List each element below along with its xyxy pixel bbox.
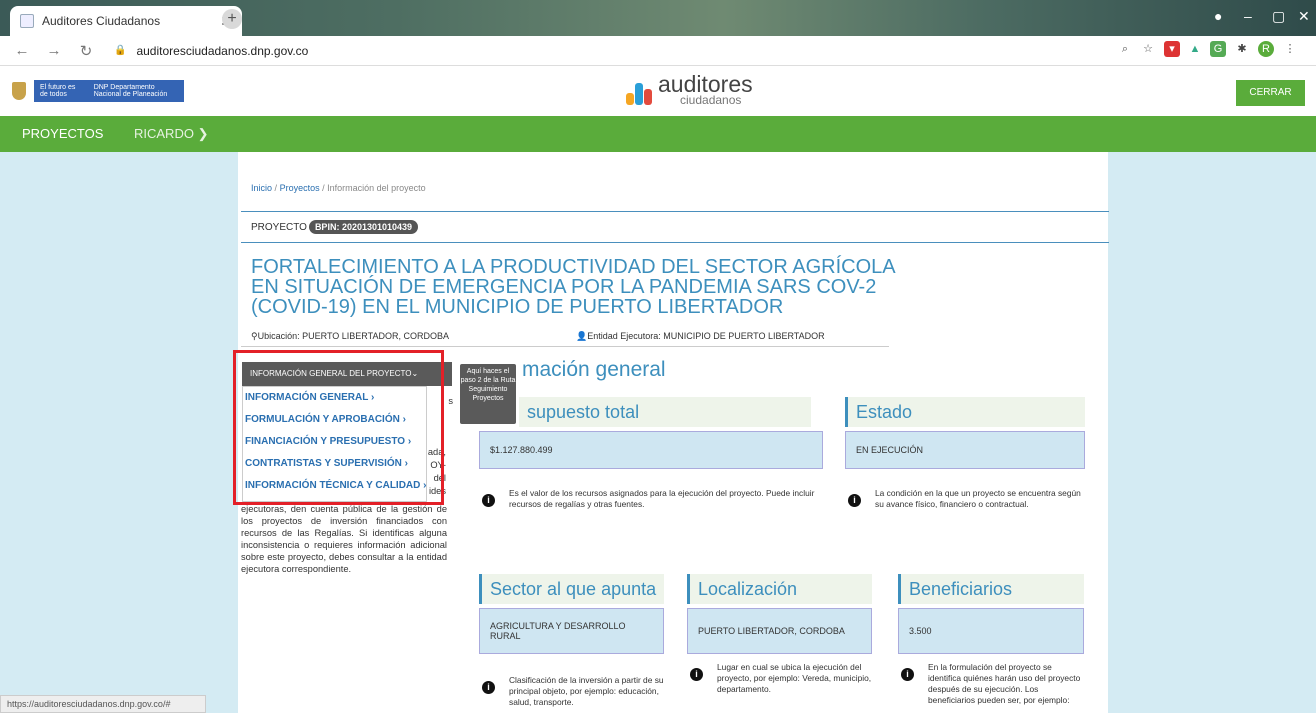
browser-tab[interactable]: Auditores Ciudadanos ✕ — [10, 6, 242, 36]
beneficiaries-title: Beneficiarios — [898, 574, 1084, 604]
url-text: auditoresciudadanos.dnp.gov.co — [136, 43, 309, 58]
project-label: PROYECTO — [251, 221, 307, 233]
status-note: i La condición en la que un proyecto se e… — [845, 488, 1085, 510]
sector-value: AGRICULTURA Y DESARROLLO RURAL — [479, 608, 664, 654]
drive-extension-icon[interactable]: ▲ — [1187, 41, 1203, 57]
menu-user-label: RICARDO — [134, 126, 194, 141]
address-bar: ← → ↻ 🔒 auditoresciudadanos.dnp.gov.co ⌕… — [0, 36, 1316, 66]
sector-title: Sector al que apunta — [479, 574, 664, 604]
sector-note: i Clasificación de la inversión a partir … — [479, 675, 664, 708]
budget-note-text: Es el valor de los recursos asignados pa… — [509, 488, 815, 509]
browser-status-bar: https://auditoresciudadanos.dnp.gov.co/# — [0, 695, 206, 713]
menu-user[interactable]: RICARDO ❯ — [134, 126, 208, 142]
section-heading: mación general — [522, 358, 666, 381]
logout-button[interactable]: CERRAR SESIÓN — [1236, 80, 1305, 124]
favicon-icon — [20, 14, 34, 28]
info-icon: i — [848, 494, 861, 507]
gov-badge: El futuro es de todos DNP Departamento N… — [34, 80, 184, 102]
location-note: i Lugar en cual se ubica la ejecución del… — [687, 662, 882, 695]
breadcrumb-separator: / — [274, 183, 278, 193]
pocket-extension-icon[interactable]: ▾ — [1164, 41, 1180, 57]
reload-icon[interactable]: ↻ — [76, 42, 96, 60]
breadcrumb-projects[interactable]: Proyectos — [280, 183, 320, 193]
bookmark-star-icon[interactable]: ☆ — [1140, 41, 1156, 57]
highlight-box — [233, 350, 444, 505]
coat-of-arms-icon — [12, 82, 26, 100]
breadcrumb-current: Información del proyecto — [327, 183, 426, 193]
url-field[interactable]: 🔒 auditoresciudadanos.dnp.gov.co — [114, 44, 308, 58]
beneficiaries-note-text: En la formulación del proyecto se identi… — [928, 662, 1081, 705]
bpin-badge: BPIN: 20201301010439 — [308, 220, 419, 234]
browser-menu-icon[interactable]: ⋮ — [1282, 41, 1298, 57]
budget-title: supuesto total — [519, 397, 811, 427]
project-id-row: PROYECTO BPIN: 20201301010439 — [251, 220, 419, 234]
logo-main-text: auditores — [658, 71, 753, 97]
maximize-icon[interactable]: ▢ — [1272, 8, 1285, 25]
location-pin-icon: ⚲ — [251, 331, 258, 341]
project-entity-text: Entidad Ejecutora: MUNICIPIO DE PUERTO L… — [587, 331, 825, 341]
location-note-text: Lugar en cual se ubica la ejecución del … — [717, 662, 872, 694]
left-background — [0, 152, 238, 713]
lock-icon: 🔒 — [114, 45, 127, 56]
budget-note: i Es el valor de los recursos asignados p… — [479, 488, 839, 510]
breadcrumb: Inicio / Proyectos / Información del pro… — [251, 183, 426, 193]
info-icon: i — [901, 668, 914, 681]
gov-badge-left: El futuro es de todos — [40, 84, 76, 98]
minimize-icon[interactable]: – — [1244, 8, 1252, 24]
breadcrumb-home[interactable]: Inicio — [251, 183, 272, 193]
location-value: PUERTO LIBERTADOR, CORDOBA — [687, 608, 872, 654]
gov-badge-right: DNP Departamento Nacional de Planeación — [93, 84, 168, 98]
beneficiaries-note: i En la formulación del proyecto se ident… — [898, 662, 1083, 706]
zoom-icon[interactable]: ⌕ — [1117, 41, 1133, 57]
profile-icon[interactable]: ● — [1214, 8, 1222, 24]
beneficiaries-value: 3.500 — [898, 608, 1084, 654]
info-icon: i — [690, 668, 703, 681]
user-icon: 👤 — [576, 331, 588, 341]
project-entity: 👤Entidad Ejecutora: MUNICIPIO DE PUERTO … — [576, 331, 825, 342]
project-location: ⚲Ubicación: PUERTO LIBERTADOR, CORDOBA — [251, 331, 449, 342]
divider — [241, 242, 1109, 243]
profile-avatar-icon[interactable]: R — [1258, 41, 1274, 57]
site-header: El futuro es de todos DNP Departamento N… — [0, 66, 1316, 124]
chevron-down-icon: ❯ — [193, 126, 209, 141]
back-icon[interactable]: ← — [12, 42, 32, 59]
extensions-puzzle-icon[interactable]: ✱ — [1234, 41, 1250, 57]
project-location-text: Ubicación: PUERTO LIBERTADOR, CORDOBA — [257, 331, 449, 341]
breadcrumb-separator: / — [322, 183, 325, 193]
main-menu-bar: PROYECTOS RICARDO ❯ — [0, 116, 1316, 152]
location-title: Localización — [687, 574, 872, 604]
new-tab-button[interactable]: + — [222, 9, 242, 29]
right-background — [1108, 152, 1316, 713]
budget-value: $1.127.880.499 — [479, 431, 823, 469]
divider — [241, 211, 1109, 212]
left-description: ejecutoras, den cuenta pública de la ges… — [241, 504, 447, 574]
project-title: FORTALECIMIENTO A LA PRODUCTIVIDAD DEL S… — [251, 256, 895, 318]
government-logo: El futuro es de todos DNP Departamento N… — [12, 80, 184, 102]
close-window-icon[interactable]: ✕ — [1298, 8, 1310, 25]
status-title: Estado — [845, 397, 1085, 427]
divider — [241, 346, 889, 347]
sector-note-text: Clasificación de la inversión a partir d… — [509, 675, 664, 707]
forward-icon[interactable]: → — [44, 42, 64, 59]
logo-mark-icon — [624, 75, 654, 105]
info-icon: i — [482, 494, 495, 507]
tab-title: Auditores Ciudadanos — [42, 14, 161, 28]
tutorial-tooltip: Aquí haces el paso 2 de la Ruta Seguimie… — [460, 364, 516, 424]
browser-tab-bar: Auditores Ciudadanos ✕ + ● – ▢ ✕ — [0, 0, 1316, 36]
menu-projects[interactable]: PROYECTOS — [22, 126, 103, 141]
site-logo[interactable]: auditores ciudadanos — [624, 71, 753, 106]
info-icon: i — [482, 681, 495, 694]
status-value: EN EJECUCIÓN — [845, 431, 1085, 469]
translate-extension-icon[interactable]: G — [1210, 41, 1226, 57]
status-note-text: La condición en la que un proyecto se en… — [875, 488, 1081, 509]
